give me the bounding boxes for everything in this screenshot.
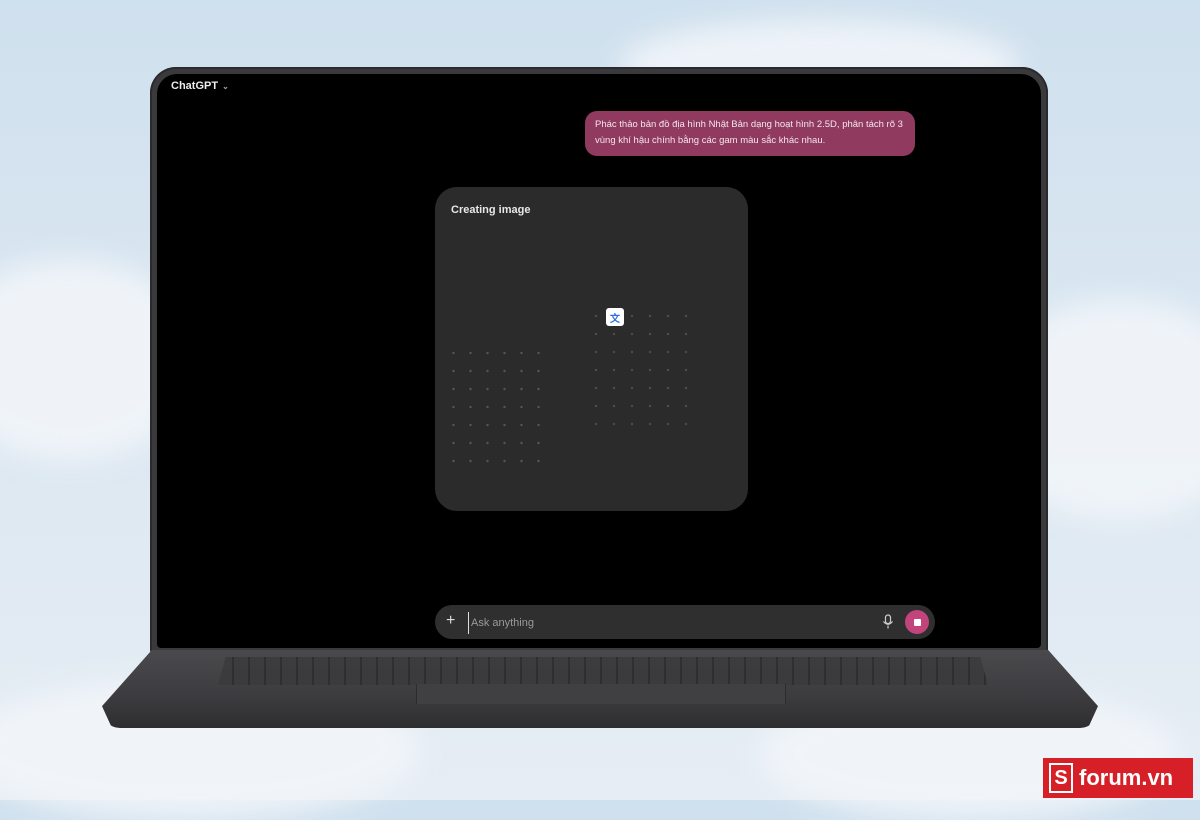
model-selector[interactable]: ChatGPT ⌄ [171,80,229,92]
stop-button[interactable] [905,610,929,634]
s-logo-icon: S [1049,763,1073,793]
stop-icon [913,618,921,626]
prompt-input[interactable] [468,612,853,634]
image-status: Creating image [451,204,531,216]
user-message: Phác thảo bản đồ địa hình Nhật Bản dạng … [585,111,915,156]
user-message-text: Phác thảo bản đồ địa hình Nhật Bản dạng … [595,119,903,146]
watermark-text: forum.vn [1079,765,1174,790]
translate-icon[interactable]: 文 [606,308,624,326]
watermark: S forum.vn [1043,758,1193,798]
mic-icon[interactable] [881,614,895,630]
keyboard [218,657,988,685]
loading-dots [445,344,545,464]
composer: + [435,605,935,639]
plus-icon[interactable]: + [446,612,455,630]
chat-screen: ChatGPT ⌄ Phác thảo bản đồ địa hình Nhật… [157,74,1041,648]
app-title: ChatGPT [171,80,219,92]
loading-dots [587,307,701,427]
image-generation-card: Creating image 文 [435,187,748,511]
touchpad [416,684,786,704]
chevron-down-icon: ⌄ [222,81,229,91]
